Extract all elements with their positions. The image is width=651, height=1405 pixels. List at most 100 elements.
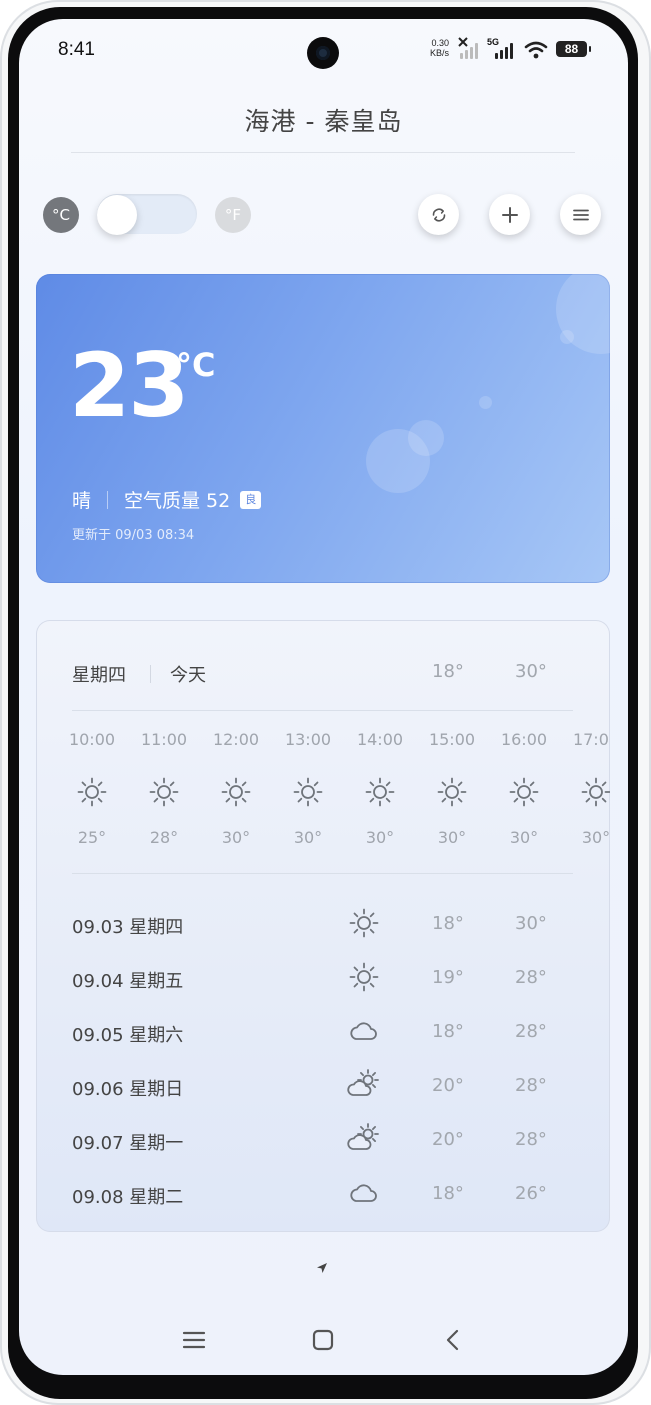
battery-indicator: 88 <box>556 41 591 57</box>
current-condition-row: 晴 空气质量 52 良 <box>72 486 262 513</box>
nav-back-button[interactable] <box>433 1325 473 1355</box>
current-condition: 晴 <box>72 490 92 512</box>
daily-low: 18° <box>432 913 464 934</box>
hourly-temp: 30° <box>581 828 610 847</box>
sun-icon <box>221 777 251 807</box>
decor-bubble <box>479 396 492 409</box>
daily-date: 09.04 星期五 <box>72 971 184 992</box>
hourly-time: 13:00 <box>284 730 332 749</box>
sun-icon <box>349 908 379 938</box>
screen: 8:41 0.30 KB/s 5G 88 海港 - 秦皇岛 °C °F 23 °… <box>19 19 628 1375</box>
today-high: 30° <box>515 661 547 682</box>
daily-low: 20° <box>432 1075 464 1096</box>
forecast-divider <box>72 873 573 874</box>
hourly-forecast[interactable]: 10:00 25° 11:00 28° 12:00 30° 13:00 30° 14:00 30°… <box>56 730 610 870</box>
hourly-icon-wrap <box>344 766 416 818</box>
daily-row: 09.04 星期五 19° 28° <box>72 962 572 995</box>
network-speed-unit: KB/s <box>430 48 450 58</box>
unit-toggle-knob[interactable] <box>97 195 137 235</box>
status-time: 8:41 <box>58 39 95 60</box>
daily-high: 28° <box>515 1129 547 1150</box>
hourly-icon-wrap <box>56 766 128 818</box>
today-label: 今天 <box>170 665 206 686</box>
daily-date: 09.03 星期四 <box>72 917 184 938</box>
front-camera <box>307 37 339 69</box>
daily-high: 26° <box>515 1183 547 1204</box>
sun-icon <box>77 777 107 807</box>
hourly-item: 12:00 30° <box>200 730 272 847</box>
cloud-icon <box>350 1184 377 1202</box>
daily-row: 09.06 星期日 20° 28° <box>72 1069 572 1103</box>
daily-low: 18° <box>432 1021 464 1042</box>
menu-button[interactable] <box>560 194 601 235</box>
daily-low: 20° <box>432 1129 464 1150</box>
updated-time: 更新于 09/03 08:34 <box>72 528 195 543</box>
nav-home-button[interactable] <box>303 1325 343 1355</box>
current-weather-card: 23 °C 晴 空气质量 52 良 更新于 09/03 08:34 <box>36 274 610 583</box>
daily-date: 09.06 星期日 <box>72 1079 184 1100</box>
decor-bubble <box>408 420 444 456</box>
air-quality: 空气质量 52 <box>124 490 231 512</box>
sun-icon <box>149 777 179 807</box>
partly-cloudy-icon <box>347 1069 379 1096</box>
celsius-button[interactable]: °C <box>43 197 79 233</box>
hourly-time: 12:00 <box>212 730 260 749</box>
hourly-icon-wrap <box>416 766 488 818</box>
partly-cloudy-icon <box>347 1123 379 1150</box>
daily-icon-wrap <box>346 1121 382 1157</box>
hourly-item: 17:00 30° <box>560 730 610 847</box>
square-home-icon <box>312 1329 334 1351</box>
today-separator <box>150 665 151 683</box>
hourly-icon-wrap <box>488 766 560 818</box>
hourly-temp: 25° <box>77 828 107 847</box>
daily-low: 18° <box>432 1183 464 1204</box>
wifi-icon <box>524 41 548 59</box>
hourly-temp: 30° <box>509 828 539 847</box>
sun-icon <box>509 777 539 807</box>
refresh-button[interactable] <box>418 194 459 235</box>
today-low: 18° <box>432 661 464 682</box>
hourly-temp: 30° <box>365 828 395 847</box>
sun-icon <box>365 777 395 807</box>
refresh-icon <box>432 208 445 221</box>
daily-row: 09.03 星期四 18° 30° <box>72 908 572 941</box>
daily-row: 09.05 星期六 18° 28° <box>72 1019 572 1049</box>
hourly-temp: 28° <box>149 828 179 847</box>
forecast-card: 星期四 今天 18° 30° 10:00 25° 11:00 28° 12:00 30° 1… <box>36 620 610 1232</box>
daily-icon-wrap <box>346 1013 382 1049</box>
hourly-time: 10:00 <box>68 730 116 749</box>
network-speed-value: 0.30 <box>431 38 450 48</box>
unit-toggle[interactable] <box>97 194 197 235</box>
cloud-icon <box>350 1022 377 1040</box>
condition-separator <box>107 490 109 509</box>
nav-recents-button[interactable] <box>174 1325 214 1355</box>
hourly-icon-wrap <box>200 766 272 818</box>
page-title: 海港 - 秦皇岛 <box>244 107 403 136</box>
daily-icon-wrap <box>346 959 382 995</box>
hourly-item: 14:00 30° <box>344 730 416 847</box>
location-arrow-icon <box>317 1263 327 1273</box>
fahrenheit-button[interactable]: °F <box>215 197 251 233</box>
daily-high: 28° <box>515 1075 547 1096</box>
title-divider <box>71 152 575 153</box>
hourly-time: 17:00 <box>572 730 610 749</box>
hourly-time: 15:00 <box>428 730 476 749</box>
hourly-temp: 30° <box>293 828 323 847</box>
hourly-temp: 30° <box>221 828 251 847</box>
daily-date: 09.08 星期二 <box>72 1187 184 1208</box>
daily-icon-wrap <box>346 1067 382 1103</box>
daily-icon-wrap <box>346 905 382 941</box>
hourly-icon-wrap <box>560 766 610 818</box>
daily-date: 09.07 星期一 <box>72 1133 184 1154</box>
add-city-button[interactable] <box>489 194 530 235</box>
daily-row: 09.08 星期二 18° 26° <box>72 1181 572 1211</box>
menu-lines-icon <box>182 1331 206 1349</box>
sun-icon <box>581 777 610 807</box>
signal-bars-sim1-icon <box>460 43 480 59</box>
hourly-item: 13:00 30° <box>272 730 344 847</box>
daily-high: 30° <box>515 913 547 934</box>
sun-icon <box>293 777 323 807</box>
hourly-icon-wrap <box>128 766 200 818</box>
air-quality-badge: 良 <box>240 490 262 509</box>
current-temperature-unit: °C <box>176 346 216 384</box>
